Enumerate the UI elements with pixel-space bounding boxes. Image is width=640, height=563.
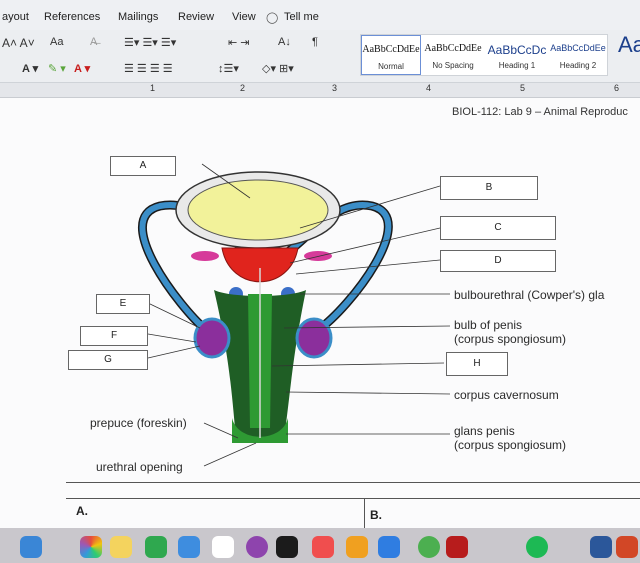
document-page[interactable]: BIOL-112: Lab 9 – Animal Reproduc A B C … [0, 98, 640, 528]
line-spacing-icon[interactable]: ↕☰▾ [218, 62, 239, 75]
indent-icon[interactable]: ⇤ ⇥ [228, 36, 250, 49]
label-box-h[interactable]: H [446, 352, 508, 376]
align-icon[interactable]: ☰ ☰ ☰ ☰ [124, 62, 173, 75]
ruler-mark: 2 [240, 83, 246, 93]
label-bulbourethral: bulbourethral (Cowper's) gla [454, 288, 605, 302]
music-icon[interactable] [212, 536, 234, 558]
ruler-mark: 6 [614, 83, 620, 93]
table-top-border [66, 482, 640, 483]
tell-me-search[interactable]: Tell me [284, 11, 319, 23]
answer-a-label[interactable]: A. [76, 504, 88, 518]
ruler-mark: 1 [150, 83, 156, 93]
spotify-icon[interactable] [526, 536, 548, 558]
highlight-icon[interactable]: ✎ ▾ [48, 62, 66, 75]
seminal-vesicle-left [191, 251, 219, 261]
seminal-vesicle-right [304, 251, 332, 261]
label-box-g[interactable]: G [68, 350, 148, 370]
bullets-icon[interactable]: ☰▾ ☰▾ ☰▾ [124, 36, 176, 49]
text-effects-icon[interactable]: A ▾ [22, 62, 38, 75]
table-row-border [66, 498, 640, 499]
finder-icon[interactable] [20, 536, 42, 558]
tab-view[interactable]: View [232, 11, 256, 23]
testis-right [295, 317, 333, 359]
appletv-icon[interactable] [276, 536, 298, 558]
table-divider [364, 498, 365, 528]
style-normal[interactable]: AaBbCcDdEe Normal [361, 35, 421, 75]
style-no-spacing[interactable]: AaBbCcDdEe No Spacing [423, 35, 483, 75]
label-box-e[interactable]: E [96, 294, 150, 314]
shading-icon[interactable]: ◇▾ ⊞▾ [262, 62, 294, 75]
sort-icon[interactable]: A↓ [278, 36, 291, 48]
label-box-d[interactable]: D [440, 250, 556, 272]
keynote-icon[interactable] [178, 536, 200, 558]
tab-mailings[interactable]: Mailings [118, 11, 158, 23]
podcasts-icon[interactable] [246, 536, 268, 558]
label-box-c[interactable]: C [440, 216, 556, 240]
style-title[interactable]: Aa [618, 32, 640, 58]
style-gallery: AaBbCcDdEe Normal AaBbCcDdEe No Spacing … [360, 34, 608, 76]
ruler-mark: 4 [426, 83, 432, 93]
label-glans-penis-sub: (corpus spongiosum) [454, 438, 567, 452]
lightbulb-icon: ◯ [266, 12, 279, 24]
ribbon-home-toolbar: A˄ A˅ Aa A̶ A ▾ ✎ ▾ A ▾ ☰▾ ☰▾ ☰▾ ⇤ ⇥ A↓ … [0, 30, 640, 83]
numbers-icon[interactable] [145, 536, 167, 558]
label-bulb-of-penis-sub: (corpus spongiosum) [454, 332, 567, 346]
photos-icon[interactable] [80, 536, 102, 558]
label-box-a[interactable]: A [110, 156, 176, 176]
appstore-icon[interactable] [346, 536, 368, 558]
tab-review[interactable]: Review [178, 11, 214, 23]
chrome-icon[interactable] [378, 536, 400, 558]
word-icon[interactable] [590, 536, 612, 558]
horizontal-ruler[interactable]: 1 2 3 4 5 6 [0, 83, 640, 98]
label-bulb-of-penis: bulb of penis [454, 318, 523, 332]
answer-b-label[interactable]: B. [370, 508, 382, 522]
pilcrow-icon[interactable]: ¶ [312, 36, 318, 48]
style-heading-1[interactable]: AaBbCcDc Heading 1 [487, 35, 547, 75]
font-color-icon[interactable]: A ▾ [74, 62, 90, 75]
ruler-mark: 5 [520, 83, 526, 93]
testis-left [193, 317, 231, 359]
notes-icon[interactable] [110, 536, 132, 558]
macos-dock [0, 528, 640, 563]
label-urethral-opening: urethral opening [96, 460, 183, 474]
label-prepuce: prepuce (foreskin) [90, 416, 187, 430]
ruler-mark: 3 [332, 83, 338, 93]
change-case-button[interactable]: Aa [50, 36, 63, 48]
news-icon[interactable] [312, 536, 334, 558]
bladder [187, 179, 329, 241]
tab-references[interactable]: References [44, 11, 100, 23]
ribbon-tab-bar: ayout References Mailings Review View ◯ … [0, 0, 640, 31]
tab-layout[interactable]: ayout [2, 11, 29, 23]
acrobat-icon[interactable] [418, 536, 440, 558]
style-heading-2[interactable]: AaBbCcDdEe Heading 2 [549, 35, 607, 75]
clear-format-icon[interactable]: A̶ [90, 36, 97, 48]
label-box-f[interactable]: F [80, 326, 148, 346]
label-box-b[interactable]: B [440, 176, 538, 200]
label-corpus-cavernosum: corpus cavernosum [454, 388, 559, 402]
label-glans-penis: glans penis [454, 424, 515, 438]
grow-font-icon[interactable]: A˄ A˅ [2, 36, 35, 50]
settings-icon[interactable] [446, 536, 468, 558]
powerpoint-icon[interactable] [616, 536, 638, 558]
